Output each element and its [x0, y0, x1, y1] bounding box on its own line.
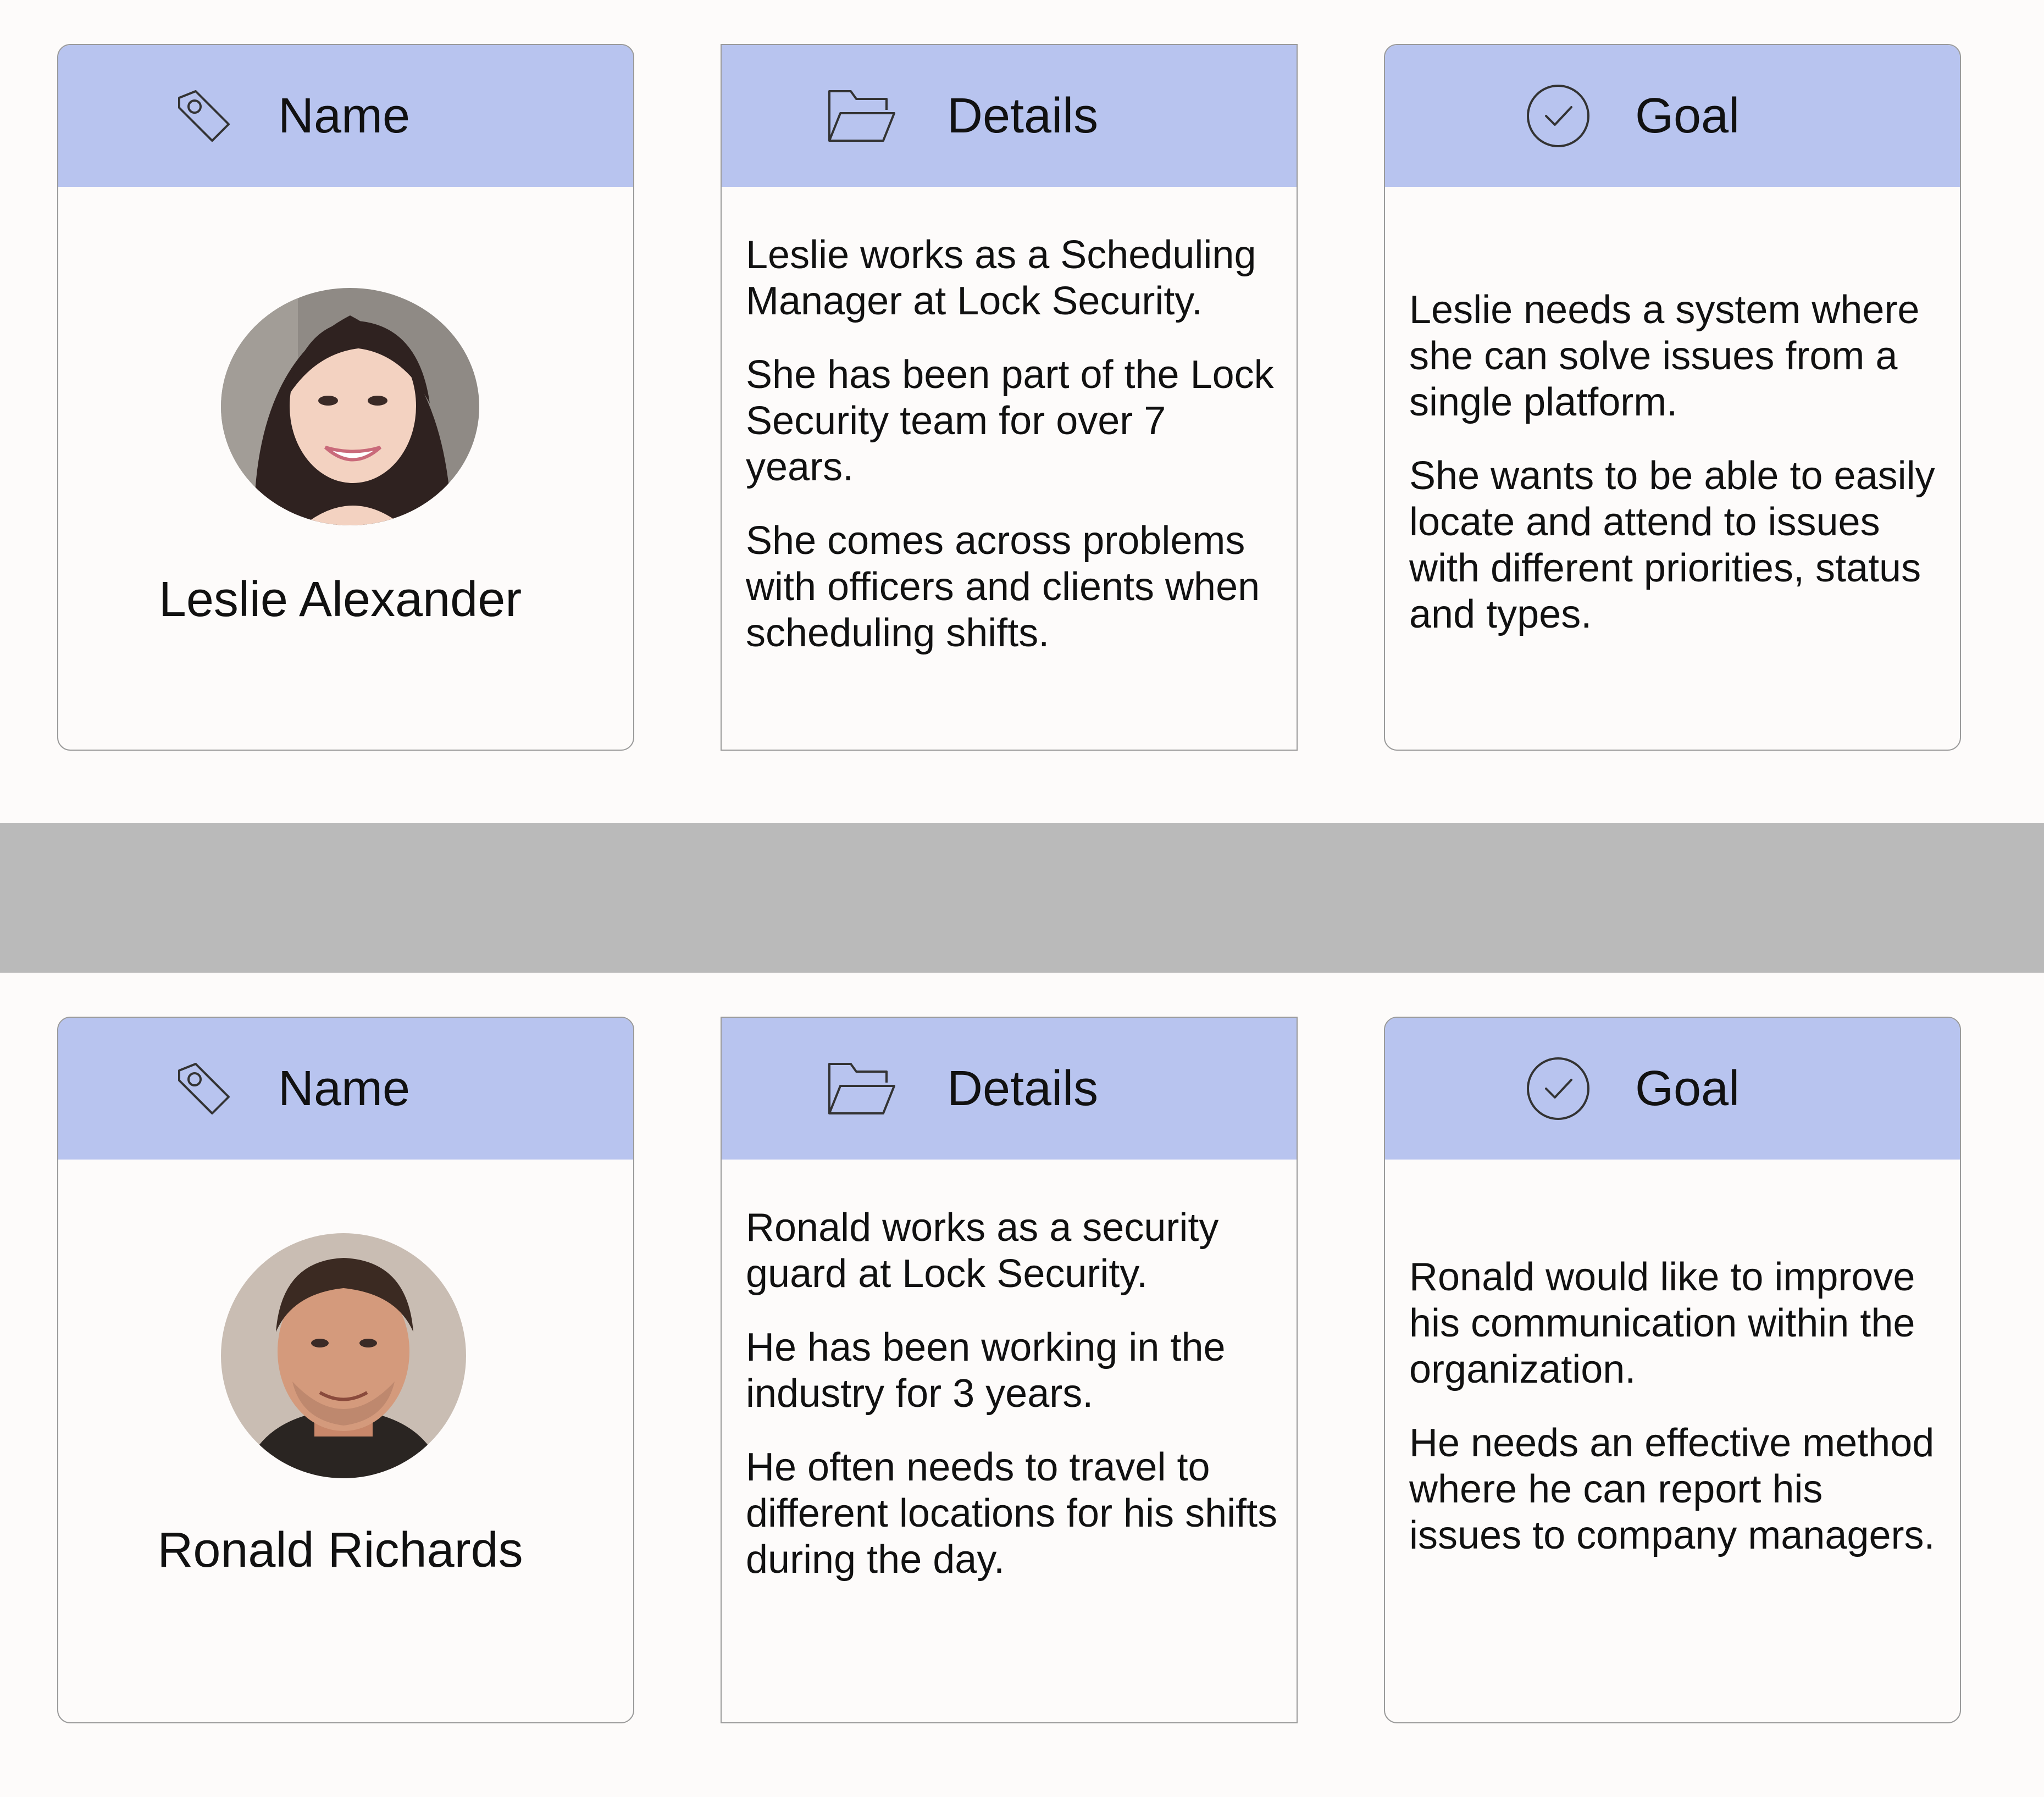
- details-card-header: Details: [722, 45, 1297, 187]
- details-paragraph: She has been part of the Lock Security t…: [746, 353, 1274, 489]
- name-card-header: Name: [58, 1018, 633, 1160]
- details-text: Ronald works as a security guard at Lock…: [746, 1205, 1280, 1610]
- details-card: Details Leslie works as a Scheduling Man…: [721, 44, 1298, 751]
- goal-text: Leslie needs a system where she can solv…: [1409, 287, 1943, 665]
- persona-row-1: Name Leslie Alexander Details Leslie wor…: [0, 44, 2044, 753]
- goal-paragraph: Leslie needs a system where she can solv…: [1409, 288, 1920, 424]
- goal-paragraph: Ronald would like to improve his communi…: [1409, 1255, 1915, 1391]
- goal-card-header: Goal: [1385, 45, 1960, 187]
- name-card: Name Leslie Alexander: [57, 44, 634, 751]
- person-name: Ronald Richards: [157, 1523, 523, 1578]
- goal-paragraph: He needs an effective method where he ca…: [1409, 1421, 1935, 1557]
- name-card-header: Name: [58, 45, 633, 187]
- details-card-header: Details: [722, 1018, 1297, 1160]
- goal-text: Ronald would like to improve his communi…: [1409, 1254, 1943, 1586]
- tag-icon: [174, 86, 234, 146]
- tag-icon: [174, 1058, 234, 1119]
- details-paragraph: Leslie works as a Scheduling Manager at …: [746, 233, 1256, 323]
- check-circle-icon: [1525, 83, 1591, 149]
- details-card-title: Details: [947, 88, 1099, 143]
- goal-card: Goal Leslie needs a system where she can…: [1384, 44, 1961, 751]
- person-name: Leslie Alexander: [158, 572, 522, 627]
- details-card-title: Details: [947, 1061, 1099, 1116]
- folder-icon: [826, 1058, 898, 1119]
- avatar: [221, 1233, 466, 1478]
- name-card-title: Name: [278, 88, 411, 143]
- details-text: Leslie works as a Scheduling Manager at …: [746, 232, 1280, 684]
- avatar: [221, 288, 479, 525]
- details-card: Details Ronald works as a security guard…: [721, 1017, 1298, 1723]
- goal-card-title: Goal: [1635, 1061, 1740, 1116]
- goal-card: Goal Ronald would like to improve his co…: [1384, 1017, 1961, 1723]
- details-paragraph: He has been working in the industry for …: [746, 1325, 1226, 1416]
- goal-card-title: Goal: [1635, 88, 1740, 143]
- goal-paragraph: She wants to be able to easily locate an…: [1409, 454, 1935, 636]
- name-card: Name Ronald Richards: [57, 1017, 634, 1723]
- details-paragraph: She comes across problems with officers …: [746, 519, 1260, 655]
- goal-card-header: Goal: [1385, 1018, 1960, 1160]
- name-card-title: Name: [278, 1061, 411, 1116]
- persona-row-2: Name Ronald Richards Details Ronald work…: [0, 1017, 2044, 1726]
- folder-icon: [826, 86, 898, 146]
- section-divider: [0, 823, 2044, 973]
- details-paragraph: He often needs to travel to different lo…: [746, 1445, 1278, 1582]
- check-circle-icon: [1525, 1056, 1591, 1122]
- details-paragraph: Ronald works as a security guard at Lock…: [746, 1206, 1219, 1296]
